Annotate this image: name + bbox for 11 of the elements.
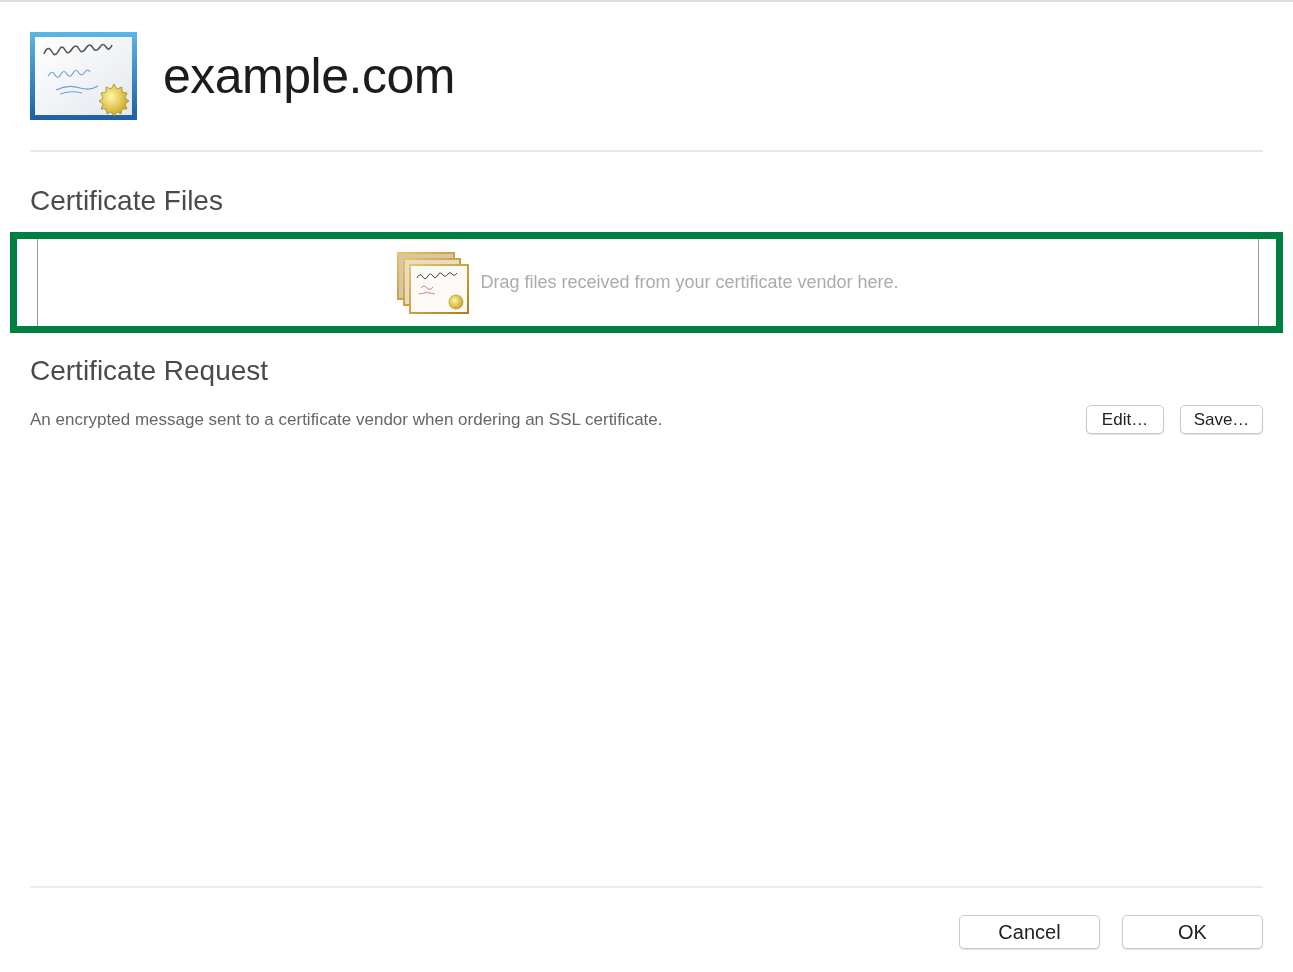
drop-zone-hint: Drag files received from your certificate vendor here. [480,271,899,294]
window-title: example.com [163,47,455,106]
ok-button[interactable]: OK [1122,915,1263,949]
section-description: An encrypted message sent to a certificate vendor when ordering an SSL certificate. [30,408,663,431]
section-heading: Certificate Request [30,355,269,386]
cancel-button[interactable]: Cancel [959,915,1100,949]
section-heading: Certificate Files [30,185,223,216]
certificates-stack-icon [397,251,470,314]
save-button[interactable]: Save… [1180,405,1263,434]
certificate-icon [30,32,137,120]
edit-button[interactable]: Edit… [1086,405,1164,434]
